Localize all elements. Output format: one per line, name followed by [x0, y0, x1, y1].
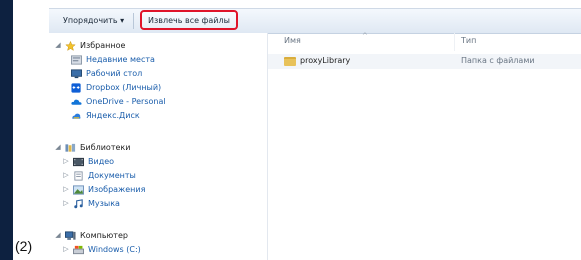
- nav-item-yandex-disk[interactable]: Яндекс.Диск: [71, 109, 140, 122]
- step-label: (2): [15, 238, 33, 254]
- onedrive-icon: [71, 99, 82, 105]
- yandex-disk-icon: [72, 113, 81, 119]
- background-strip: [0, 0, 13, 260]
- nav-item-label: OneDrive - Personal: [86, 97, 166, 106]
- column-type-header[interactable]: Тип: [461, 36, 476, 45]
- video-library-icon: [73, 157, 84, 166]
- drive-icon: [73, 245, 84, 254]
- star-icon: [65, 40, 76, 51]
- dropbox-icon: [71, 82, 81, 93]
- nav-item-desktop[interactable]: Рабочий стол: [71, 67, 142, 80]
- desktop-icon: [71, 68, 82, 78]
- file-row[interactable]: proxyLibrary Папка с файлами: [268, 54, 581, 69]
- collapse-arrow-icon[interactable]: ▷: [63, 183, 69, 196]
- collapse-arrow-icon[interactable]: ▷: [63, 243, 69, 256]
- collapse-arrow-icon[interactable]: ▷: [63, 169, 69, 182]
- column-name-header[interactable]: Имя: [284, 36, 301, 45]
- command-bar: Упорядочить ▾ Извлечь все файлы: [49, 8, 581, 34]
- nav-item-music[interactable]: ▷ Музыка: [63, 197, 120, 210]
- nav-item-label: Dropbox (Личный): [86, 83, 162, 92]
- computer-icon: [65, 230, 76, 240]
- sort-caret-icon: ^: [362, 32, 368, 40]
- nav-item-recent-places[interactable]: Недавние места: [71, 53, 155, 66]
- nav-computer[interactable]: ◢ Компьютер: [55, 229, 128, 242]
- nav-item-label: Рабочий стол: [86, 69, 143, 78]
- organize-button[interactable]: Упорядочить ▾: [59, 13, 128, 29]
- nav-item-label: Недавние места: [86, 55, 155, 64]
- images-library-icon: [73, 184, 84, 195]
- folder-icon: [284, 57, 296, 66]
- nav-item-label: Windows (C:): [88, 245, 141, 254]
- nav-libraries[interactable]: ◢ Библиотеки: [55, 141, 130, 154]
- nav-item-onedrive[interactable]: OneDrive - Personal: [71, 95, 166, 108]
- nav-item-label: Документы: [88, 171, 136, 180]
- nav-item-windows-c[interactable]: ▷ Windows (C:): [63, 243, 141, 256]
- file-type: Папка с файлами: [461, 56, 535, 65]
- expand-arrow-icon[interactable]: ◢: [55, 229, 61, 242]
- explorer-window: Упорядочить ▾ Извлечь все файлы ◢ Избран…: [49, 0, 581, 260]
- collapse-arrow-icon[interactable]: ▷: [63, 155, 69, 168]
- nav-favorites-label: Избранное: [80, 41, 126, 50]
- documents-library-icon: [74, 170, 83, 181]
- expand-arrow-icon[interactable]: ◢: [55, 39, 61, 52]
- extract-all-button[interactable]: Извлечь все файлы: [140, 10, 238, 30]
- collapse-arrow-icon[interactable]: ▷: [63, 197, 69, 210]
- expand-arrow-icon[interactable]: ◢: [55, 141, 61, 154]
- column-divider[interactable]: [454, 33, 455, 51]
- nav-computer-label: Компьютер: [80, 231, 128, 240]
- nav-item-images[interactable]: ▷ Изображения: [63, 183, 145, 196]
- nav-item-video[interactable]: ▷ Видео: [63, 155, 114, 168]
- file-name: proxyLibrary: [300, 56, 351, 65]
- navigation-pane: ◢ Избранное Недавние места Рабочий стол …: [49, 33, 268, 260]
- nav-item-label: Изображения: [88, 185, 146, 194]
- nav-libraries-label: Библиотеки: [80, 143, 131, 152]
- libraries-icon: [65, 143, 76, 152]
- recent-places-icon: [71, 54, 82, 65]
- nav-item-documents[interactable]: ▷ Документы: [63, 169, 136, 182]
- nav-item-dropbox[interactable]: Dropbox (Личный): [71, 81, 161, 94]
- music-library-icon: [74, 198, 83, 208]
- nav-favorites[interactable]: ◢ Избранное: [55, 39, 125, 52]
- nav-item-label: Яндекс.Диск: [86, 111, 140, 120]
- toolbar-divider: [133, 13, 134, 29]
- nav-item-label: Музыка: [88, 199, 120, 208]
- column-header: Имя ^ Тип: [268, 32, 581, 51]
- nav-item-label: Видео: [88, 157, 115, 166]
